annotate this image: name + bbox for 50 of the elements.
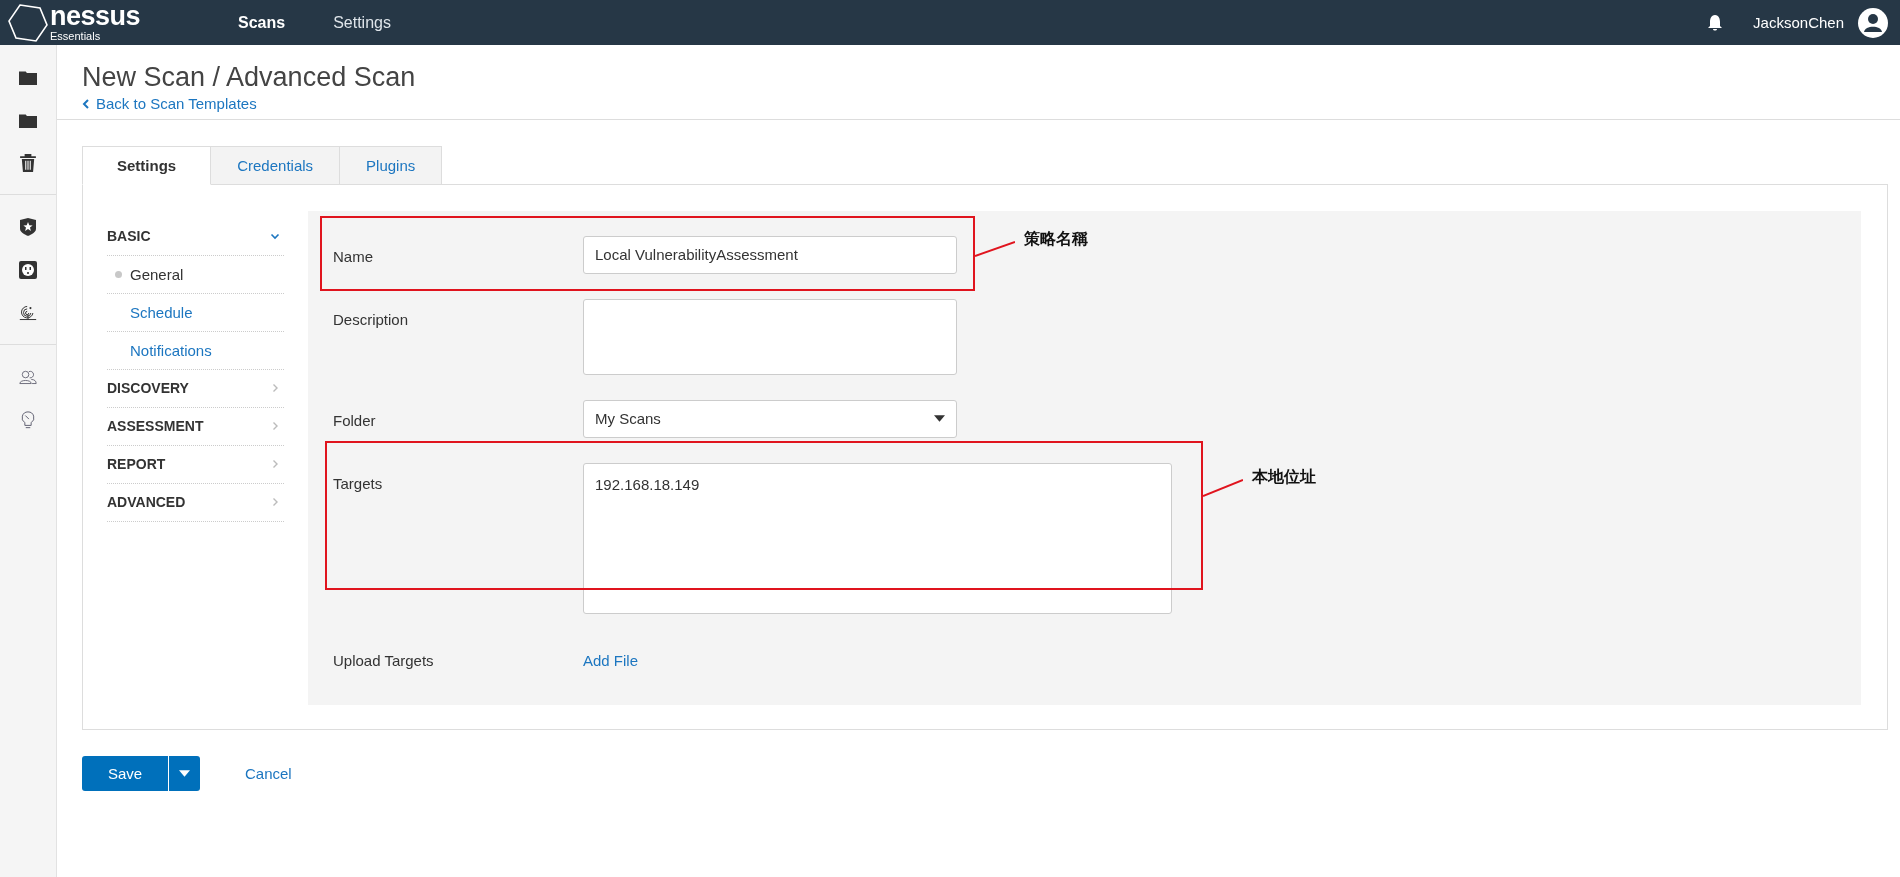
section-label: DISCOVERY bbox=[107, 380, 189, 396]
chevron-left-icon bbox=[82, 98, 90, 109]
save-button[interactable]: Save bbox=[82, 755, 168, 791]
leader-line bbox=[975, 240, 1015, 257]
lightbulb-icon[interactable] bbox=[19, 410, 37, 429]
field-label: Upload Targets bbox=[333, 650, 435, 669]
tab[interactable]: Credentials bbox=[210, 145, 341, 185]
page-title: New Scan / Advanced Scan bbox=[82, 61, 417, 93]
section-label: REPORT bbox=[107, 456, 166, 472]
leader-line bbox=[1203, 478, 1243, 497]
section-item[interactable]: DISCOVERY bbox=[107, 369, 284, 408]
section-label: BASIC bbox=[107, 228, 151, 244]
sub-item[interactable]: Schedule bbox=[107, 293, 284, 332]
annotation-label: 策略名稱 bbox=[1024, 228, 1088, 250]
shield-star-icon[interactable] bbox=[19, 217, 37, 236]
tab[interactable]: Plugins bbox=[339, 145, 443, 185]
annotation-label: 本地位址 bbox=[1252, 466, 1316, 488]
logo-edition: Essentials bbox=[50, 31, 102, 42]
save-options-button[interactable] bbox=[169, 755, 200, 791]
field-label: Name bbox=[333, 246, 374, 265]
tab[interactable]: Settings bbox=[82, 145, 212, 185]
back-link[interactable]: Back to Scan Templates bbox=[82, 95, 257, 112]
targets-text-area[interactable]: 192.168.18.149 bbox=[583, 462, 1172, 614]
user-avatar-icon[interactable] bbox=[1858, 7, 1888, 38]
section-label: ASSESSMENT bbox=[107, 418, 204, 434]
radar-icon[interactable] bbox=[19, 303, 37, 322]
folder-dropdown[interactable]: My Scans bbox=[583, 399, 957, 438]
name-input-field[interactable]: Local VulnerabilityAssessment bbox=[583, 235, 957, 274]
nav-link[interactable]: Settings bbox=[333, 13, 391, 32]
bell-icon[interactable] bbox=[1707, 13, 1724, 32]
add-file-link[interactable]: Add File bbox=[583, 643, 639, 669]
section-label: ADVANCED bbox=[107, 494, 186, 510]
section-item[interactable]: ASSESSMENT bbox=[107, 407, 284, 446]
field-label: Description bbox=[333, 309, 410, 328]
section-item[interactable]: ADVANCED bbox=[107, 483, 284, 522]
section-item[interactable]: BASIC bbox=[107, 217, 284, 256]
nav-link[interactable]: Scans bbox=[238, 13, 286, 32]
logo-text: nessus bbox=[50, 3, 141, 30]
caret-icon bbox=[179, 769, 190, 777]
caret-icon bbox=[934, 415, 945, 422]
field-label: Folder bbox=[333, 410, 377, 429]
user-name[interactable]: JacksonChen bbox=[1753, 14, 1844, 31]
sub-item[interactable]: Notifications bbox=[107, 331, 284, 370]
outlet-icon[interactable] bbox=[19, 260, 37, 279]
hexagon-logo-icon bbox=[8, 2, 48, 43]
sub-item[interactable]: General bbox=[107, 255, 284, 294]
trash-icon[interactable] bbox=[19, 153, 37, 172]
cancel-link[interactable]: Cancel bbox=[245, 764, 292, 782]
field-label: Targets bbox=[333, 473, 384, 492]
section-item[interactable]: REPORT bbox=[107, 445, 284, 484]
